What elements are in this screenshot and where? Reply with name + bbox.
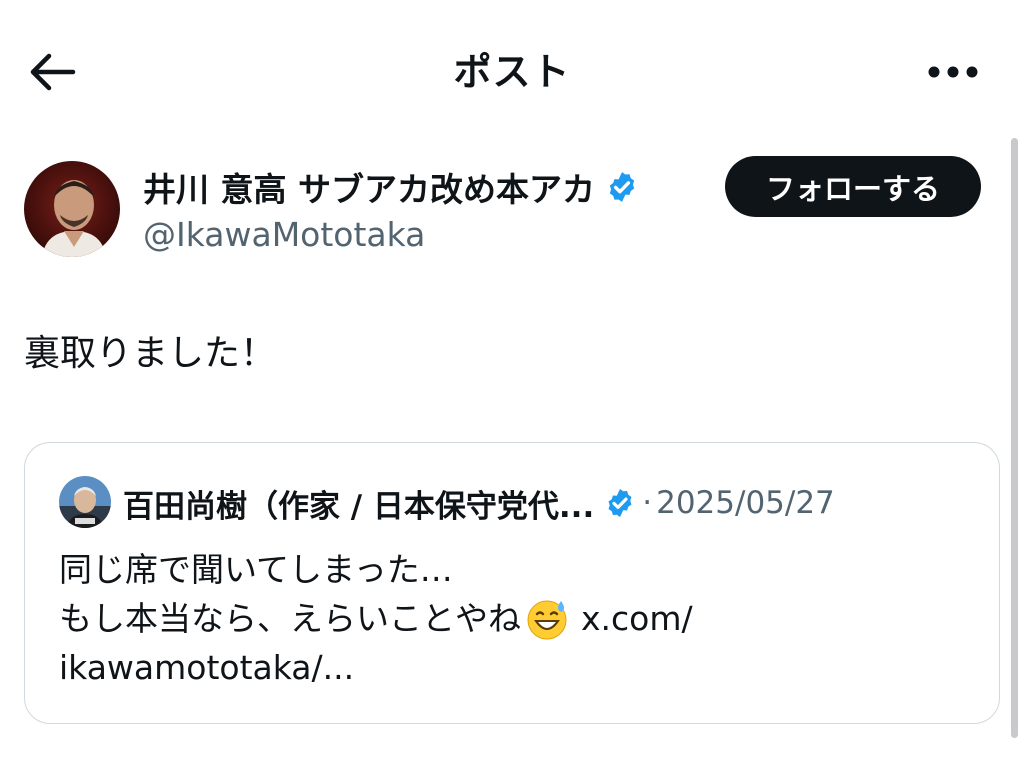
more-options-button[interactable] (918, 44, 988, 100)
page-title: ポスト (453, 50, 571, 94)
quoted-post-line: もし本当なら、えらいことやね x.com/ (59, 594, 693, 643)
post-text: 裏取りました！ (24, 333, 277, 374)
author-display-name[interactable]: 井川 意高 サブアカ改め本アカ (143, 163, 595, 211)
quoted-author-avatar[interactable] (59, 476, 111, 528)
verified-badge-icon (609, 172, 635, 202)
separator-dot: · (642, 485, 653, 521)
follow-button[interactable]: フォローする (725, 156, 981, 217)
quoted-post-line-1: 同じ席で聞いてしまった… (59, 550, 453, 589)
author-avatar[interactable] (24, 161, 120, 257)
quoted-post-link[interactable]: x.com/ (581, 594, 693, 643)
quoted-post-card[interactable]: 百田尚樹（作家 / 日本保守党代... · 2025/05/27 同じ席で聞いて… (24, 442, 1000, 724)
quoted-post-date[interactable]: 2025/05/27 (656, 485, 835, 521)
author-name-row: 井川 意高 サブアカ改め本アカ (143, 162, 639, 212)
quoted-post-link-continued[interactable]: ikawamototaka/... (59, 643, 354, 692)
more-horizontal-icon (928, 66, 978, 78)
quoted-author-avatar-image (59, 476, 111, 528)
quoted-author-name[interactable]: 百田尚樹（作家 / 日本保守党代... (123, 481, 594, 526)
post-detail-screen: ポスト 井川 意高 サブアカ改め本アカ @IkawaMototaka フォローす… (0, 0, 1024, 766)
quoted-post-line: ikawamototaka/... (59, 643, 693, 692)
quoted-post-header: 百田尚樹（作家 / 日本保守党代... · 2025/05/27 (123, 475, 835, 531)
quoted-post-line: 同じ席で聞いてしまった… (59, 545, 693, 594)
verified-badge-icon (608, 489, 632, 517)
quoted-post-text: 同じ席で聞いてしまった… もし本当なら、えらいことやね x.com/ ikawa… (59, 545, 693, 692)
quoted-post-line-2: もし本当なら、えらいことやね (59, 599, 521, 638)
author-handle[interactable]: @IkawaMototaka (143, 212, 425, 258)
scrollbar[interactable] (1011, 138, 1018, 738)
grinning-sweat-emoji-icon (527, 600, 567, 639)
author-avatar-image (24, 161, 120, 257)
